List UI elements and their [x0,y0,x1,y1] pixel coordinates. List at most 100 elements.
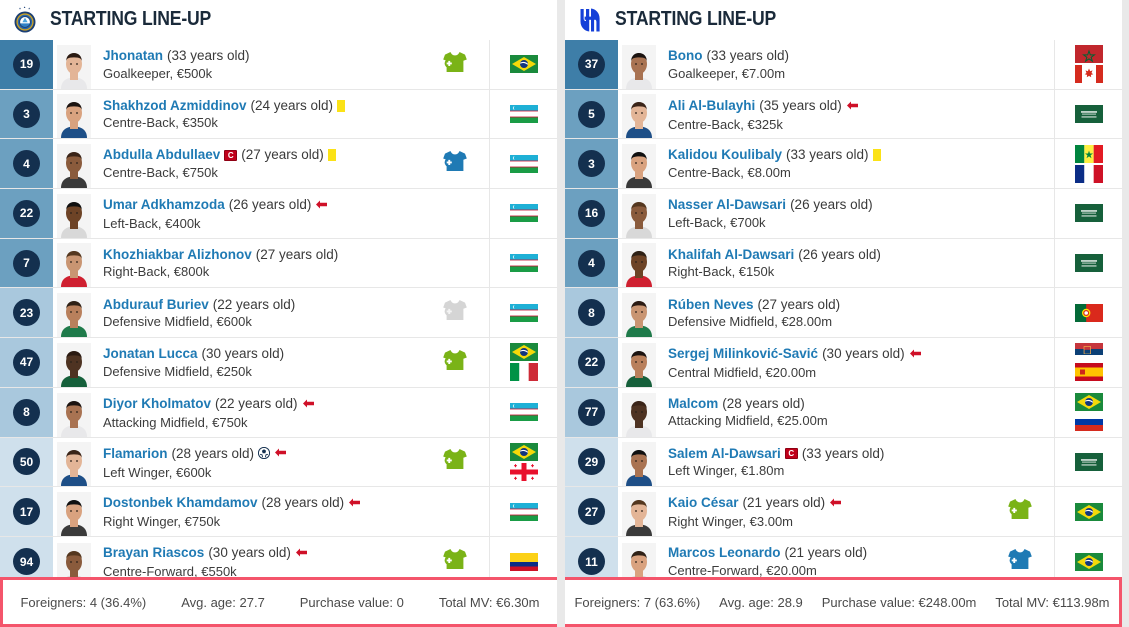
substitution-in-shirt-icon[interactable] [442,448,468,475]
player-photo[interactable] [618,487,660,536]
lineup-player-row[interactable]: 8 Rúben Neves (27 years old) Defensive Midf… [565,288,1122,339]
player-photo[interactable] [53,40,95,89]
player-photo[interactable] [53,288,95,338]
player-photo[interactable] [53,388,95,437]
lineup-player-row[interactable]: 47 Jonatan Lucca (30 years old) Defensive M… [0,338,557,388]
substitution-icon-cell [420,387,490,437]
player-age: (21 years old) [784,545,868,561]
substituted-off-arrow-icon [316,200,328,209]
player-position-value: Central Midfield, €20.00m [668,365,817,381]
nationality-flags [490,90,557,139]
shirt-number-cell: 4 [565,238,618,288]
lineup-player-row[interactable]: 8 Diyor Kholmatov (22 years old) Attacking … [0,387,557,438]
player-name-link[interactable]: Marcos Leonardo [668,545,781,561]
player-info: Umar Adkhamzoda (26 years old) Left-Back, … [95,189,420,238]
player-photo[interactable] [618,139,660,189]
substitution-out-shirt-icon[interactable] [442,150,468,177]
player-photo[interactable] [618,189,660,238]
shirt-number-cell: 8 [0,387,53,437]
player-name-link[interactable]: Abdurauf Buriev [103,297,209,313]
player-name-link[interactable]: Kaio César [668,495,739,511]
player-photo[interactable] [53,338,95,387]
player-photo[interactable] [618,388,660,437]
lineup-player-row[interactable]: 22 Umar Adkhamzoda (26 years old) Left-Back… [0,189,557,239]
substitution-in-shirt-icon[interactable] [442,51,468,78]
player-name-link[interactable]: Khozhiakbar Alizhonov [103,247,252,263]
lineup-player-row[interactable]: 27 Kaio César (21 years old) Right Winger, … [565,487,1122,537]
lineup-player-row[interactable]: 3 Shakhzod Azmiddinov (24 years old) Centre… [0,89,557,140]
player-name-link[interactable]: Jonatan Lucca [103,346,198,362]
player-name-link[interactable]: Nasser Al-Dawsari [668,197,786,213]
lineup-player-row[interactable]: 22 Sergej Milinković-Savić (30 years old) C… [565,338,1122,388]
substitution-in-shirt-icon[interactable] [442,349,468,376]
lineup-player-row[interactable]: 19 Jhonatan (33 years old) Goalkeeper, €500… [0,40,557,90]
lineup-player-row[interactable]: 17 Dostonbek Khamdamov (28 years old) Right… [0,487,557,537]
lineup-player-row[interactable]: 5 Ali Al-Bulayhi (35 years old) Centre-Back… [565,89,1122,140]
player-name-link[interactable]: Shakhzod Azmiddinov [103,98,247,114]
player-age: (28 years old) [261,495,345,511]
player-info: Ali Al-Bulayhi (35 years old) Centre-Back,… [660,90,985,139]
lineup-player-row[interactable]: 50 Flamarion (28 years old) Left Winger, €6… [0,437,557,488]
player-name-link[interactable]: Rúben Neves [668,297,754,313]
player-photo[interactable] [618,239,660,288]
lineup-player-row[interactable]: 3 Kalidou Koulibaly (33 years old) Centre-B… [565,139,1122,190]
shirt-number-cell: 19 [0,40,53,89]
player-name-line: Kaio César (21 years old) [668,494,985,512]
substitution-in-shirt-icon[interactable] [1007,498,1033,525]
player-age: (27 years old) [255,246,339,262]
player-age: (24 years old) [250,97,334,113]
player-name-link[interactable]: Brayan Riascos [103,545,204,561]
player-position-value: Attacking Midfield, €25.00m [668,413,828,429]
player-photo[interactable] [618,40,660,89]
substitution-icon-cell [420,89,490,139]
flag-icon [1074,65,1103,84]
player-photo[interactable] [53,139,95,189]
player-name-link[interactable]: Khalifah Al-Dawsari [668,247,794,263]
player-name-link[interactable]: Bono [668,48,703,64]
lineup-player-row[interactable]: 37 Bono (33 years old) Goalkeeper, €7.00m [565,40,1122,90]
player-photo[interactable] [53,487,95,536]
player-position-value: Centre-Back, €325k [668,116,783,132]
player-photo[interactable] [53,90,95,139]
player-name-link[interactable]: Jhonatan [103,48,163,64]
substitution-icon-cell [420,189,490,238]
player-name-link[interactable]: Dostonbek Khamdamov [103,495,258,511]
player-name-link[interactable]: Kalidou Koulibaly [668,147,782,163]
player-name-link[interactable]: Flamarion [103,446,168,462]
lineup-player-row[interactable]: 4 Abdulla Abdullaev C (27 years old) Centre-… [0,139,557,190]
player-photo[interactable] [53,438,95,487]
player-name-link[interactable]: Diyor Kholmatov [103,396,211,412]
player-name-link[interactable]: Ali Al-Bulayhi [668,98,755,114]
player-photo[interactable] [618,338,660,387]
player-name-link[interactable]: Abdulla Abdullaev [103,147,220,163]
substitution-out-shirt-icon[interactable] [1007,548,1033,575]
lineup-player-row[interactable]: 7 Khozhiakbar Alizhonov (27 years old) Righ… [0,238,557,289]
player-name-link[interactable]: Umar Adkhamzoda [103,197,225,213]
lineup-player-row[interactable]: 77 Malcom (28 years old) Attacking Midfield… [565,387,1122,438]
player-photo[interactable] [53,239,95,288]
substitution-in-shirt-icon[interactable] [442,548,468,575]
player-name-link[interactable]: Salem Al-Dawsari [668,446,781,462]
lineup-rows-away: 37 Bono (33 years old) Goalkeeper, €7.00m 5 A… [565,40,1122,627]
shirt-number-cell: 3 [0,89,53,139]
lineup-player-row[interactable]: 29 Salem Al-Dawsari C (33 years old) Left Wi… [565,437,1122,488]
lineup-footer-away: Foreigners: 7 (63.6%) Avg. age: 28.9 Pur… [565,577,1122,627]
player-photo[interactable] [618,438,660,487]
flag-icon [1074,343,1103,362]
player-name-link[interactable]: Malcom [668,396,718,412]
player-position-value: Centre-Back, €8.00m [668,164,791,180]
nationality-flags [490,139,557,188]
shirt-number-cell: 29 [565,437,618,487]
player-photo[interactable] [618,90,660,139]
player-photo[interactable] [618,288,660,338]
lineup-player-row[interactable]: 4 Khalifah Al-Dawsari (26 years old) Right-… [565,238,1122,289]
player-age: (33 years old) [706,48,790,64]
shirt-number-cell: 27 [565,487,618,536]
nationality-flags [1055,388,1122,437]
flag-icon [1074,144,1103,163]
lineup-player-row[interactable]: 23 Abdurauf Buriev (22 years old) Defensive… [0,288,557,339]
substitution-icon-cell [420,288,490,338]
player-photo[interactable] [53,189,95,238]
player-name-link[interactable]: Sergej Milinković-Savić [668,346,818,362]
lineup-player-row[interactable]: 16 Nasser Al-Dawsari (26 years old) Left-Ba… [565,189,1122,239]
